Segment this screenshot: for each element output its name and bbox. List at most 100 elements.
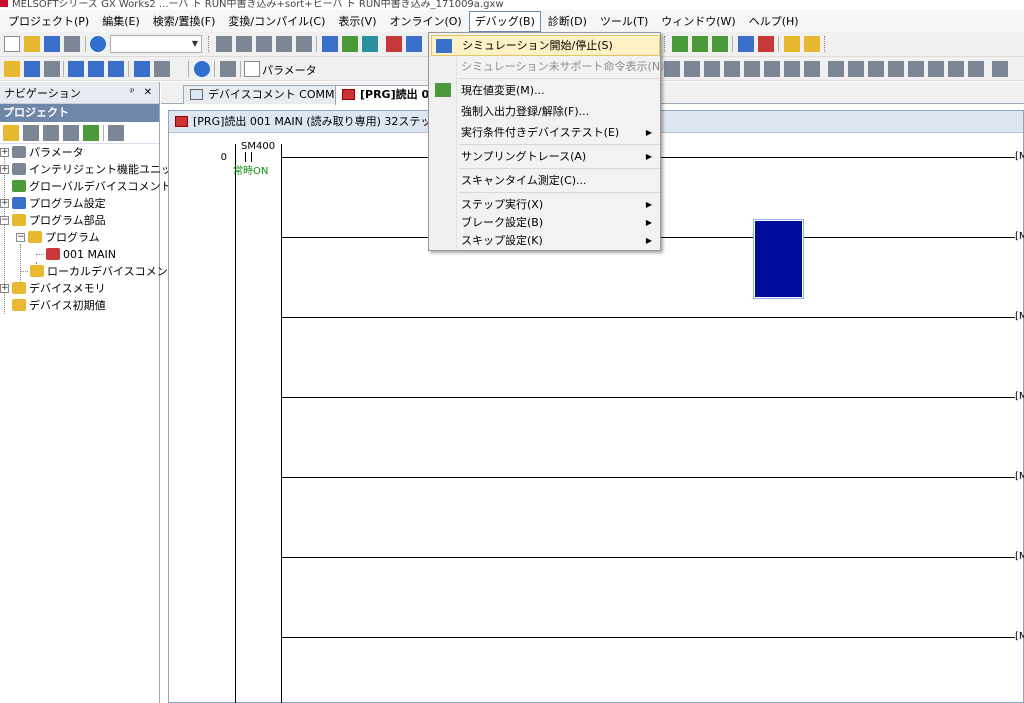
undo-icon[interactable] bbox=[276, 36, 292, 52]
menu-help[interactable]: ヘルプ(H) bbox=[743, 11, 805, 32]
monitor-icon[interactable] bbox=[386, 36, 402, 52]
cut-icon[interactable] bbox=[216, 36, 232, 52]
verify-plc-icon[interactable] bbox=[362, 36, 378, 52]
menu-item-sampling-trace[interactable]: サンプリングトレース(A) ▶ bbox=[431, 146, 660, 167]
parameter-icon[interactable] bbox=[244, 61, 260, 77]
f-key-rise-icon[interactable] bbox=[744, 61, 760, 77]
toolbar-grip[interactable] bbox=[664, 36, 667, 52]
project-view-icon[interactable] bbox=[4, 61, 20, 77]
tree-options-icon[interactable] bbox=[108, 125, 124, 141]
tree-expander[interactable]: + bbox=[0, 199, 9, 208]
print-icon[interactable] bbox=[64, 36, 80, 52]
redo-icon[interactable] bbox=[296, 36, 312, 52]
f-key-delete-icon[interactable] bbox=[868, 61, 884, 77]
device-memory-icon[interactable] bbox=[108, 61, 124, 77]
help-icon[interactable] bbox=[194, 61, 210, 77]
menu-diagnostics[interactable]: 診断(D) bbox=[542, 11, 593, 32]
ladder-contact-b-icon[interactable] bbox=[692, 36, 708, 52]
f-key-op-icon[interactable] bbox=[908, 61, 924, 77]
toolbar-grip[interactable] bbox=[208, 36, 211, 52]
new-data-icon[interactable] bbox=[3, 125, 19, 141]
tree-item-intelligent-unit[interactable]: インテリジェント機能ユニット bbox=[12, 161, 183, 178]
menu-online[interactable]: オンライン(O) bbox=[383, 11, 467, 32]
menu-item-label: ブレーク設定(B) bbox=[461, 216, 544, 229]
open-folder-icon[interactable] bbox=[24, 36, 40, 52]
copy-icon[interactable] bbox=[236, 36, 252, 52]
menu-item-scan-time-measurement[interactable]: スキャンタイム測定(C)... bbox=[431, 170, 660, 191]
paste-icon[interactable] bbox=[256, 36, 272, 52]
f-key-line-icon[interactable] bbox=[948, 61, 964, 77]
find-icon[interactable] bbox=[154, 61, 170, 77]
menu-window[interactable]: ウィンドウ(W) bbox=[655, 11, 741, 32]
new-file-icon[interactable] bbox=[4, 36, 20, 52]
menu-item-forced-io[interactable]: 強制入出力登録/解除(F)... bbox=[431, 101, 660, 122]
toolbar-combobox[interactable]: ▼ bbox=[110, 35, 202, 53]
tree-expander[interactable]: + bbox=[0, 284, 9, 293]
convert-all-icon[interactable] bbox=[804, 36, 820, 52]
menu-item-skip-setting[interactable]: スキップ設定(K) ▶ bbox=[431, 230, 660, 251]
binoculars-icon[interactable] bbox=[220, 61, 236, 77]
f-key-fall-icon[interactable] bbox=[764, 61, 780, 77]
window-icon[interactable] bbox=[44, 61, 60, 77]
write-to-plc-icon[interactable] bbox=[322, 36, 338, 52]
tree-item-program[interactable]: プログラム bbox=[28, 229, 100, 246]
tree-item-parameter[interactable]: パラメータ bbox=[12, 144, 84, 161]
pin-close-controls[interactable]: ᵖ ✕ bbox=[130, 87, 159, 98]
tree-item-program-setting[interactable]: プログラム設定 bbox=[12, 195, 106, 212]
save-icon[interactable] bbox=[44, 36, 60, 52]
ladder-cursor[interactable] bbox=[753, 219, 804, 299]
device-search-icon[interactable] bbox=[134, 61, 150, 77]
tree-item-global-comment[interactable]: グローバルデバイスコメント bbox=[12, 178, 172, 195]
tree-expander[interactable]: + bbox=[0, 148, 9, 157]
refresh-icon[interactable] bbox=[83, 125, 99, 141]
f-key-fall-parallel-icon[interactable] bbox=[804, 61, 820, 77]
toolbar-grip[interactable] bbox=[824, 36, 827, 52]
device-batch-icon[interactable] bbox=[758, 36, 774, 52]
tree-expander[interactable]: + bbox=[0, 165, 9, 174]
f-key-contact-icon[interactable] bbox=[664, 61, 680, 77]
tree-item-device-memory[interactable]: デバイスメモリ bbox=[12, 280, 106, 297]
tree-item-pou[interactable]: プログラム部品 bbox=[12, 212, 106, 229]
menu-tool[interactable]: ツール(T) bbox=[594, 11, 654, 32]
tree-expander[interactable]: − bbox=[0, 216, 9, 225]
f-key-erase-icon[interactable] bbox=[968, 61, 984, 77]
menu-project[interactable]: プロジェクト(P) bbox=[2, 11, 95, 32]
ladder-coil-icon[interactable] bbox=[712, 36, 728, 52]
read-from-plc-icon[interactable] bbox=[342, 36, 358, 52]
f-key-function-icon[interactable] bbox=[724, 61, 740, 77]
menu-convert-compile[interactable]: 変換/コンパイル(C) bbox=[222, 11, 331, 32]
paste-data-icon[interactable] bbox=[43, 125, 59, 141]
zoom-icon[interactable] bbox=[738, 36, 754, 52]
f-key-rise-parallel-icon[interactable] bbox=[784, 61, 800, 77]
menu-item-simulation-start-stop[interactable]: シミュレーション開始/停止(S) bbox=[431, 35, 660, 56]
convert-icon[interactable] bbox=[784, 36, 800, 52]
menu-find-replace[interactable]: 検索/置換(F) bbox=[147, 11, 222, 32]
coil-stub: [M bbox=[1015, 471, 1024, 482]
menu-edit[interactable]: 編集(E) bbox=[96, 11, 146, 32]
monitor-write-icon[interactable] bbox=[406, 36, 422, 52]
tree-item-device-initial[interactable]: デバイス初期値 bbox=[12, 297, 106, 314]
device-comment-icon[interactable] bbox=[68, 61, 84, 77]
f-key-parallel-icon[interactable] bbox=[684, 61, 700, 77]
f-key-hline-icon[interactable] bbox=[828, 61, 844, 77]
f-key-box-icon[interactable] bbox=[928, 61, 944, 77]
ladder-contact-icon[interactable] bbox=[672, 36, 688, 52]
menu-item-conditional-device-test[interactable]: 実行条件付きデバイステスト(E) ▶ bbox=[431, 122, 660, 143]
property-icon[interactable] bbox=[63, 125, 79, 141]
menu-item-modify-value[interactable]: 現在値変更(M)... bbox=[431, 80, 660, 101]
navigation-pane: ナビゲーション ᵖ ✕ プロジェクト + パラメータ + インテリジェント機能ユ… bbox=[0, 82, 183, 703]
copy-data-icon[interactable] bbox=[23, 125, 39, 141]
device-list-icon[interactable] bbox=[88, 61, 104, 77]
f-key-vline-icon[interactable] bbox=[848, 61, 864, 77]
menu-view[interactable]: 表示(V) bbox=[332, 11, 382, 32]
f-key-inverse-icon[interactable] bbox=[888, 61, 904, 77]
help-icon[interactable] bbox=[90, 36, 106, 52]
f-key-coil-icon[interactable] bbox=[704, 61, 720, 77]
tree-expander[interactable]: − bbox=[16, 233, 25, 242]
tree-item-local-comment[interactable]: ローカルデバイスコメント bbox=[30, 263, 179, 280]
menu-debug[interactable]: デバッグ(B) bbox=[468, 10, 541, 32]
navigation-icon[interactable] bbox=[24, 61, 40, 77]
tab-program-main[interactable]: [PRG]読出 0 bbox=[335, 85, 435, 105]
f-key-extra-icon[interactable] bbox=[992, 61, 1008, 77]
tree-item-001-main[interactable]: 001 MAIN bbox=[46, 246, 116, 263]
